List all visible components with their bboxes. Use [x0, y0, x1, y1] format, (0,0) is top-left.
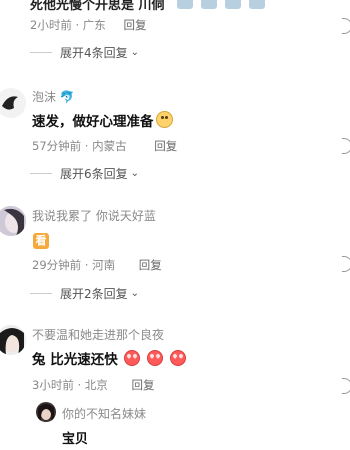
sticker-label: 看 — [33, 233, 49, 249]
heart-eyes-icon — [124, 350, 141, 366]
sticker-image: 看 — [33, 229, 49, 249]
avatar-photo-icon — [0, 206, 26, 236]
expand-label: 展开6条回复 — [60, 167, 128, 181]
expand-replies-button[interactable]: 展开2条回复 ⌄ — [30, 285, 139, 302]
comment-location: 北京 — [84, 378, 108, 392]
comment-meta: 29分钟前 · 河南 回复 — [32, 258, 162, 272]
comment-time: 29分钟前 — [32, 258, 82, 272]
divider-line — [30, 52, 52, 53]
expand-replies-button[interactable]: 展开4条回复 ⌄ — [30, 44, 139, 61]
chevron-down-icon: ⌄ — [130, 288, 140, 299]
comment-meta: 57分钟前 · 内蒙古 回复 — [32, 139, 178, 153]
avatar[interactable] — [0, 88, 26, 118]
expand-replies-button[interactable]: 展开6条回复 ⌄ — [30, 165, 139, 182]
comment-username[interactable]: 我说我累了 你说天好蓝 — [32, 207, 156, 224]
avatar[interactable] — [36, 402, 56, 422]
avatar[interactable] — [0, 325, 26, 355]
like-icon[interactable] — [342, 138, 350, 154]
comment-username[interactable]: 泡沫 🐬 — [32, 88, 75, 105]
top-comment-text: 死他光慢个开思是 川侗 — [30, 0, 165, 13]
avatar-photo-icon — [36, 402, 56, 422]
comment-username[interactable]: 不要温和她走进那个良夜 — [32, 326, 164, 343]
comment-text: 兔 比光速还快 — [32, 348, 186, 368]
like-icon[interactable] — [342, 378, 350, 394]
expand-label: 展开4条回复 — [60, 46, 128, 60]
heart-eyes-icon — [147, 350, 164, 366]
reply-button[interactable]: 回复 — [154, 139, 177, 153]
comment-text: 速发，做好心理准备 — [32, 110, 173, 130]
comment-time: 2小时前 — [30, 18, 72, 32]
avatar[interactable] — [0, 206, 26, 236]
chevron-down-icon: ⌄ — [130, 168, 140, 179]
reply-text: 宝贝 — [62, 432, 89, 447]
comment-text-partial: 死他光慢个开思是 川侗 — [30, 0, 266, 13]
reply-button[interactable]: 回复 — [131, 378, 154, 392]
avatar-art-icon — [0, 88, 26, 118]
chevron-down-icon: ⌄ — [130, 47, 140, 58]
comment-time: 57分钟前 — [32, 139, 82, 153]
avatar-photo-icon — [0, 325, 26, 355]
dolphin-icon: 🐬 — [59, 90, 75, 104]
reply-button[interactable]: 回复 — [139, 258, 162, 272]
comment-meta: 2小时前 · 广东 回复 — [30, 18, 147, 32]
reply-button[interactable]: 回复 — [123, 18, 146, 32]
comment-location: 河南 — [92, 258, 116, 272]
heart-eyes-icon — [169, 350, 186, 366]
divider-line — [30, 173, 52, 174]
like-icon[interactable] — [342, 18, 350, 34]
divider-line — [30, 293, 52, 294]
comment-time: 3小时前 — [32, 378, 74, 392]
emoji-row-icon — [169, 0, 266, 13]
like-icon[interactable] — [342, 256, 350, 272]
comment-location: 内蒙古 — [92, 139, 127, 153]
comment-location: 广东 — [82, 18, 106, 32]
expand-label: 展开2条回复 — [60, 287, 128, 301]
reply-username[interactable]: 你的不知名妹妹 — [62, 405, 146, 422]
comment-meta: 3小时前 · 北京 回复 — [32, 378, 155, 392]
worried-face-icon — [155, 111, 173, 128]
